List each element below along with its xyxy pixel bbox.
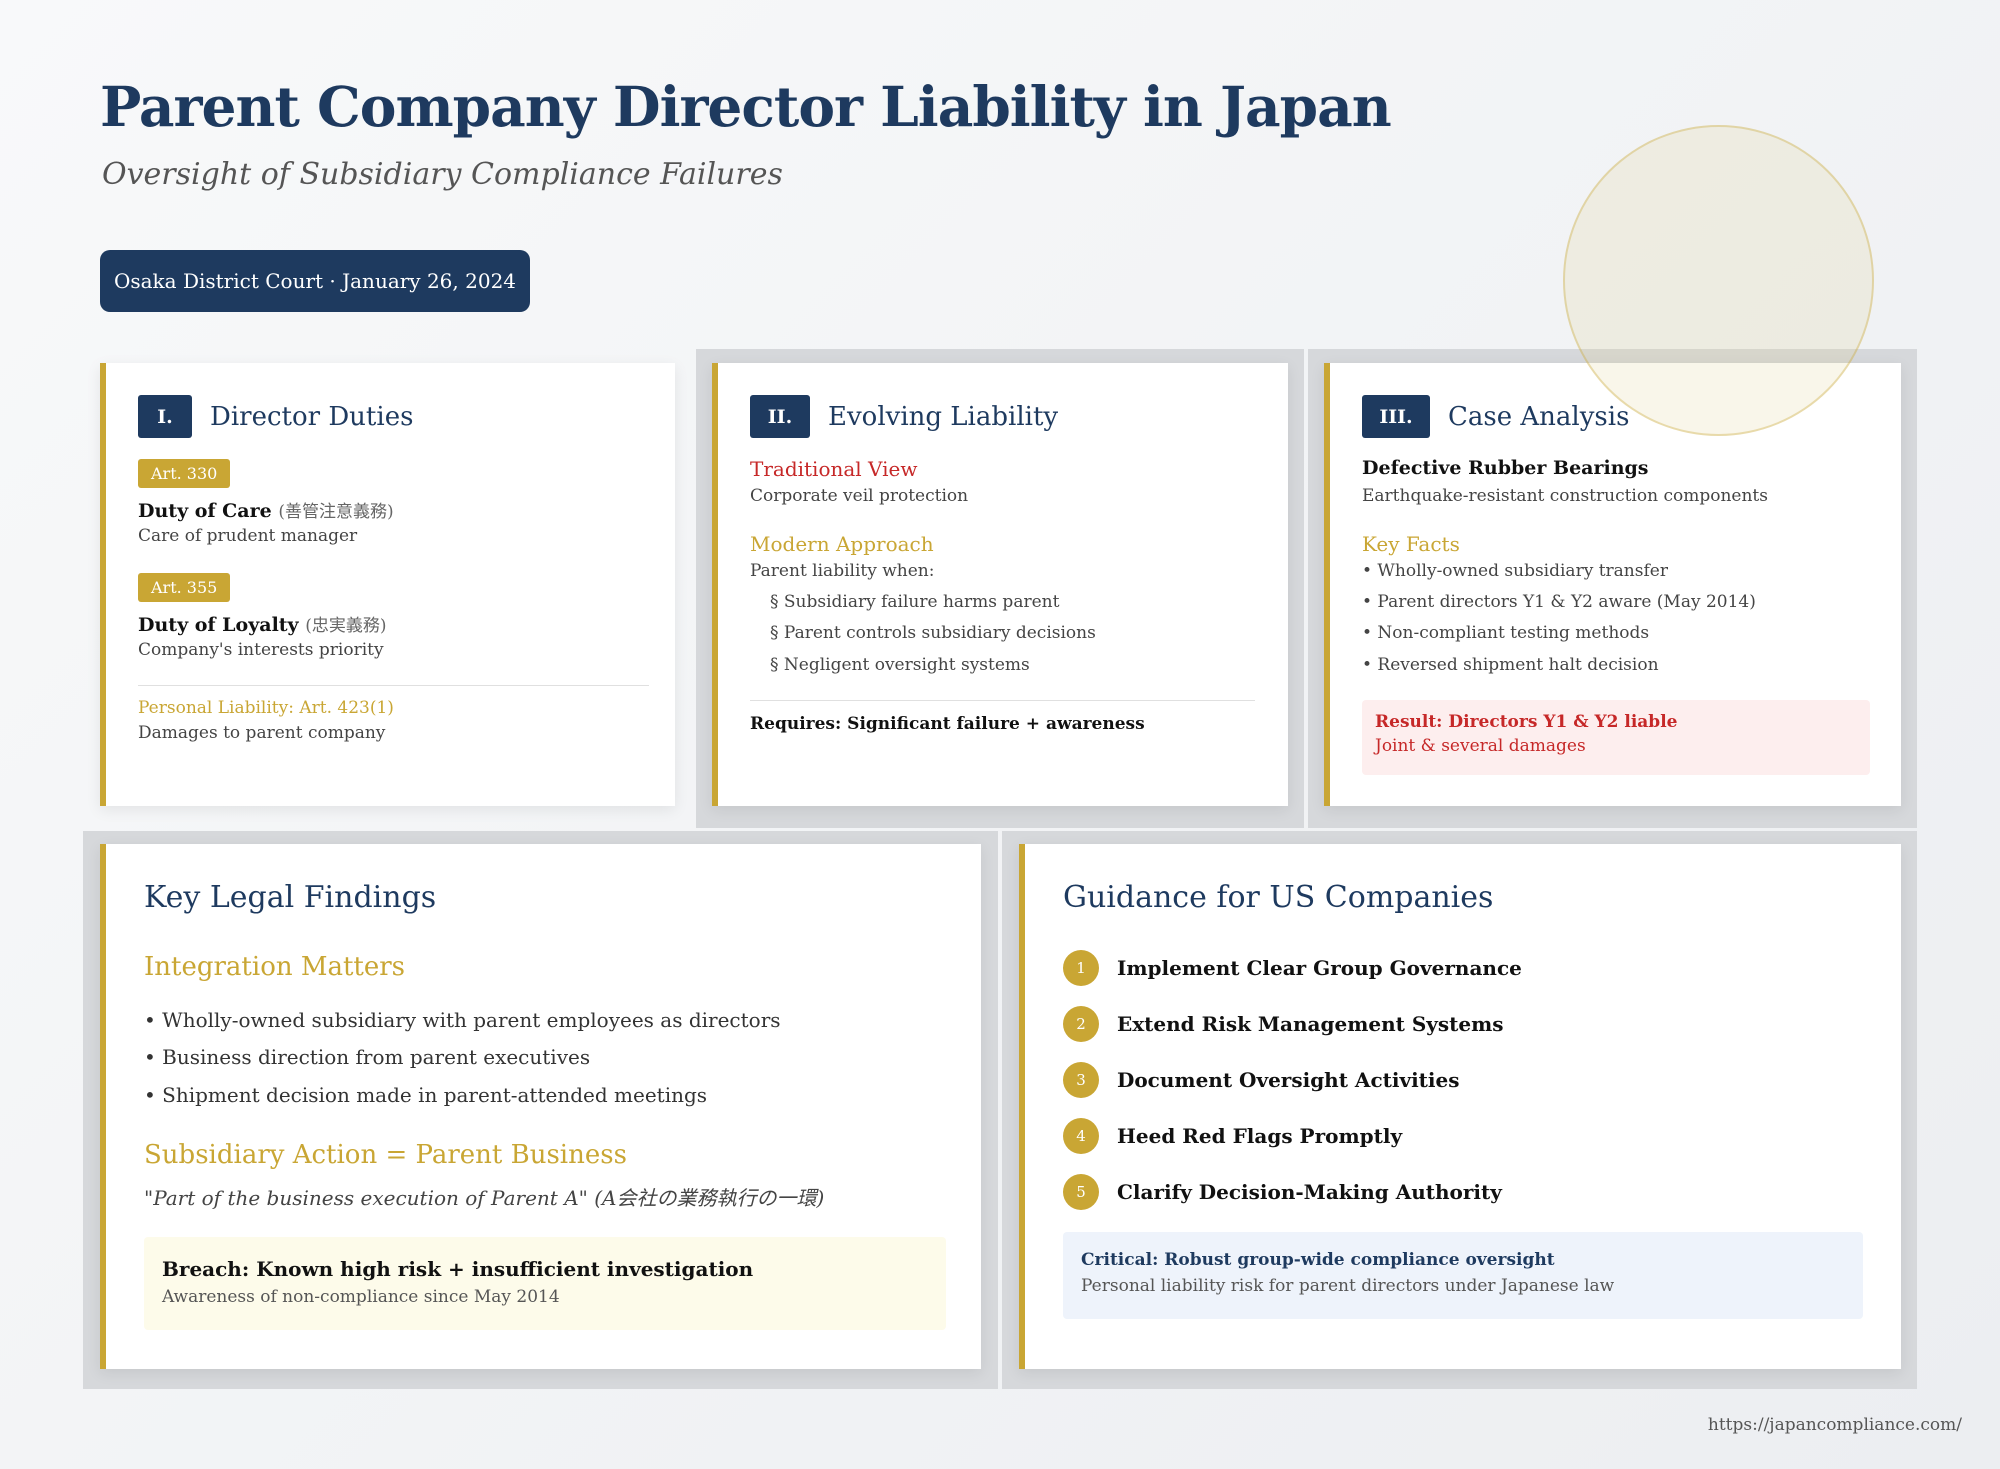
guidance-item: 4 Heed Red Flags Promptly xyxy=(1063,1108,1522,1164)
result-description: Joint & several damages xyxy=(1375,736,1586,756)
guidance-label: Implement Clear Group Governance xyxy=(1117,956,1522,980)
guidance-label: Heed Red Flags Promptly xyxy=(1117,1124,1403,1148)
duty-label: Duty of Care xyxy=(138,500,272,522)
section-title: Case Analysis xyxy=(1448,401,1630,432)
product-description: Earthquake-resistant construction compon… xyxy=(1362,486,1768,506)
breach-title: Breach: Known high risk + insufficient i… xyxy=(162,1257,754,1281)
duty-japanese: (善管注意義務) xyxy=(278,502,394,522)
requires-note: Requires: Significant failure + awarenes… xyxy=(750,714,1145,734)
breach-box: Breach: Known high risk + insufficient i… xyxy=(144,1237,946,1330)
step-number: 5 xyxy=(1063,1174,1099,1210)
key-facts-heading: Key Facts xyxy=(1362,532,1460,556)
guidance-label: Document Oversight Activities xyxy=(1117,1068,1460,1092)
case-analysis-card: III. Case Analysis Defective Rubber Bear… xyxy=(1324,363,1901,806)
finding-bullet: • Shipment decision made in parent-atten… xyxy=(144,1083,708,1107)
guidance-item: 5 Clarify Decision-Making Authority xyxy=(1063,1164,1522,1220)
product-name: Defective Rubber Bearings xyxy=(1362,457,1649,479)
guidance-card: Guidance for US Companies 1 Implement Cl… xyxy=(1019,844,1901,1369)
breach-description: Awareness of non-compliance since May 20… xyxy=(162,1287,560,1307)
section-numeral: III. xyxy=(1362,395,1430,438)
section-numeral: I. xyxy=(138,395,192,438)
guidance-title: Guidance for US Companies xyxy=(1063,880,1494,915)
modern-approach-intro: Parent liability when: xyxy=(750,561,935,581)
condition-item: § Subsidiary failure harms parent xyxy=(770,592,1060,612)
personal-liability-description: Damages to parent company xyxy=(138,723,386,743)
page-title: Parent Company Director Liability in Jap… xyxy=(100,74,1392,139)
critical-title: Critical: Robust group-wide compliance o… xyxy=(1081,1250,1555,1270)
critical-box: Critical: Robust group-wide compliance o… xyxy=(1063,1232,1863,1319)
court-date-badge: Osaka District Court · January 26, 2024 xyxy=(100,250,530,312)
duty-japanese: (忠実義務) xyxy=(305,616,387,636)
key-legal-findings-card: Key Legal Findings Integration Matters •… xyxy=(100,844,981,1369)
finding-bullet: • Wholly-owned subsidiary with parent em… xyxy=(144,1008,781,1032)
equation-heading: Subsidiary Action = Parent Business xyxy=(144,1140,627,1170)
guidance-label: Extend Risk Management Systems xyxy=(1117,1012,1504,1036)
court-quote: "Part of the business execution of Paren… xyxy=(144,1186,825,1210)
guidance-item: 3 Document Oversight Activities xyxy=(1063,1052,1522,1108)
source-url[interactable]: https://japancompliance.com/ xyxy=(1708,1415,1962,1435)
fact-item: • Wholly-owned subsidiary transfer xyxy=(1362,561,1668,581)
duty-name: Duty of Care (善管注意義務) xyxy=(138,497,394,522)
director-duties-card: I. Director Duties Art. 330 Duty of Care… xyxy=(100,363,675,806)
finding-bullet: • Business direction from parent executi… xyxy=(144,1045,591,1069)
article-badge: Art. 330 xyxy=(138,459,231,488)
duty-label: Duty of Loyalty xyxy=(138,614,299,636)
condition-item: § Parent controls subsidiary decisions xyxy=(770,623,1096,643)
fact-item: • Parent directors Y1 & Y2 aware (May 20… xyxy=(1362,592,1756,612)
integration-heading: Integration Matters xyxy=(144,952,406,982)
findings-title: Key Legal Findings xyxy=(144,880,437,915)
section-title: Evolving Liability xyxy=(828,401,1059,432)
guidance-item: 1 Implement Clear Group Governance xyxy=(1063,940,1522,996)
step-number: 2 xyxy=(1063,1006,1099,1042)
personal-liability-label: Personal Liability: Art. 423(1) xyxy=(138,698,394,718)
result-title: Result: Directors Y1 & Y2 liable xyxy=(1375,712,1678,732)
fact-item: • Non-compliant testing methods xyxy=(1362,623,1650,643)
condition-item: § Negligent oversight systems xyxy=(770,655,1030,675)
modern-approach-heading: Modern Approach xyxy=(750,532,934,556)
duty-description: Care of prudent manager xyxy=(138,526,358,546)
section-numeral: II. xyxy=(750,395,810,438)
page-subtitle: Oversight of Subsidiary Compliance Failu… xyxy=(102,157,783,192)
step-number: 3 xyxy=(1063,1062,1099,1098)
guidance-item: 2 Extend Risk Management Systems xyxy=(1063,996,1522,1052)
critical-description: Personal liability risk for parent direc… xyxy=(1081,1276,1615,1296)
step-number: 4 xyxy=(1063,1118,1099,1154)
result-box: Result: Directors Y1 & Y2 liable Joint &… xyxy=(1362,700,1870,775)
traditional-view-description: Corporate veil protection xyxy=(750,486,969,506)
step-number: 1 xyxy=(1063,950,1099,986)
evolving-liability-card: II. Evolving Liability Traditional View … xyxy=(712,363,1288,806)
divider xyxy=(750,700,1255,701)
traditional-view-heading: Traditional View xyxy=(750,457,918,481)
divider xyxy=(138,685,649,686)
guidance-label: Clarify Decision-Making Authority xyxy=(1117,1180,1502,1204)
article-badge: Art. 355 xyxy=(138,573,231,602)
duty-description: Company's interests priority xyxy=(138,640,384,660)
fact-item: • Reversed shipment halt decision xyxy=(1362,655,1659,675)
section-title: Director Duties xyxy=(210,401,414,432)
guidance-list: 1 Implement Clear Group Governance 2 Ext… xyxy=(1063,940,1522,1220)
duty-name: Duty of Loyalty (忠実義務) xyxy=(138,611,387,636)
